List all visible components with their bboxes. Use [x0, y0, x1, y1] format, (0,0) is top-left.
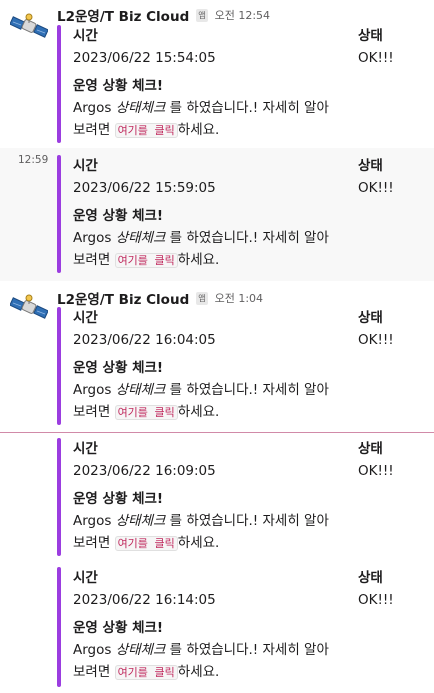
field-title: 상태	[358, 310, 383, 326]
message[interactable]: 시간 2023/06/22 16:09:05 상태 OK!!! 운영 상황 체크…	[0, 432, 434, 563]
field-title: 시간	[73, 28, 98, 44]
message-time[interactable]: 오전 1:04	[215, 290, 263, 306]
field-left: 시간 2023/06/22 16:09:05	[73, 438, 216, 482]
field-value: 2023/06/22 16:09:05	[73, 463, 216, 479]
field-title: 상태	[358, 441, 383, 457]
field-value: OK!!!	[358, 332, 394, 348]
attachment-line: 보려면 여기를 클릭 하세요.	[73, 122, 220, 138]
attachment-text: 운영 상황 체크! Argos 상태체크 를 하였습니다.! 자세히 알아 보려…	[73, 488, 373, 554]
attachment-text: 운영 상황 체크! Argos 상태체크 를 하였습니다.! 자세히 알아 보려…	[73, 617, 373, 683]
field-title: 상태	[358, 28, 383, 44]
attachment-title: 운영 상황 체크!	[73, 491, 164, 507]
field-left: 시간 2023/06/22 16:14:05	[73, 567, 216, 611]
app-badge: 앱	[196, 8, 208, 22]
attachment: 시간 2023/06/22 15:59:05 상태 OK!!! 운영 상황 체크…	[57, 155, 427, 273]
message-header: L2운영/T Biz Cloud 앱 오전 12:54	[57, 4, 270, 26]
field-value: 2023/06/22 16:04:05	[73, 332, 216, 348]
attachment-title: 운영 상황 체크!	[73, 78, 164, 94]
field-left: 시간 2023/06/22 16:04:05	[73, 307, 216, 351]
message[interactable]: L2운영/T Biz Cloud 앱 오전 12:54 시간 2023/06/2…	[0, 0, 434, 148]
attachment-line: 보려면 여기를 클릭 하세요.	[73, 535, 220, 551]
field-title: 상태	[358, 158, 383, 174]
sender-name[interactable]: L2운영/T Biz Cloud	[57, 288, 189, 308]
attachment: 시간 2023/06/22 16:09:05 상태 OK!!! 운영 상황 체크…	[57, 438, 427, 556]
attachment-text: 운영 상황 체크! Argos 상태체크 를 하였습니다.! 자세히 알아 보려…	[73, 205, 373, 271]
message[interactable]: 12:59 시간 2023/06/22 15:59:05 상태 OK!!! 운영…	[0, 148, 434, 281]
field-value: 2023/06/22 15:59:05	[73, 180, 216, 196]
attachment-color-bar	[57, 155, 61, 273]
message[interactable]: 시간 2023/06/22 16:14:05 상태 OK!!! 운영 상황 체크…	[0, 562, 434, 693]
inline-code-link[interactable]: 여기를 클릭	[114, 253, 178, 268]
field-title: 시간	[73, 158, 98, 174]
inline-code-link[interactable]: 여기를 클릭	[114, 665, 178, 680]
inline-code-link[interactable]: 여기를 클릭	[114, 405, 178, 420]
field-value: OK!!!	[358, 50, 394, 66]
field-value: OK!!!	[358, 463, 394, 479]
field-value: 2023/06/22 16:14:05	[73, 592, 216, 608]
field-value: 2023/06/22 15:54:05	[73, 50, 216, 66]
attachment-color-bar	[57, 438, 61, 556]
attachment-color-bar	[57, 567, 61, 687]
attachment-line: 보려면 여기를 클릭 하세요.	[73, 664, 220, 680]
sender-name[interactable]: L2운영/T Biz Cloud	[57, 5, 189, 25]
field-value: OK!!!	[358, 592, 394, 608]
field-title: 시간	[73, 441, 98, 457]
message-time[interactable]: 오전 12:54	[215, 7, 270, 23]
attachment-line: Argos 상태체크 를 하였습니다.! 자세히 알아	[73, 230, 329, 246]
field-right: 상태 OK!!!	[358, 155, 394, 199]
attachment-color-bar	[57, 25, 61, 143]
message-header: L2운영/T Biz Cloud 앱 오전 1:04	[57, 287, 263, 309]
attachment-line: Argos 상태체크 를 하였습니다.! 자세히 알아	[73, 100, 329, 116]
attachment-color-bar	[57, 307, 61, 425]
attachment-title: 운영 상황 체크!	[73, 208, 164, 224]
field-right: 상태 OK!!!	[358, 307, 394, 351]
attachment-text: 운영 상황 체크! Argos 상태체크 를 하였습니다.! 자세히 알아 보려…	[73, 357, 373, 423]
attachment-line: 보려면 여기를 클릭 하세요.	[73, 252, 220, 268]
inline-code-link[interactable]: 여기를 클릭	[114, 123, 178, 138]
attachment: 시간 2023/06/22 16:14:05 상태 OK!!! 운영 상황 체크…	[57, 567, 427, 687]
satellite-icon[interactable]	[9, 289, 49, 327]
inline-code-link[interactable]: 여기를 클릭	[114, 536, 178, 551]
field-right: 상태 OK!!!	[358, 25, 394, 69]
attachment-title: 운영 상황 체크!	[73, 620, 164, 636]
message[interactable]: L2운영/T Biz Cloud 앱 오전 1:04 시간 2023/06/22…	[0, 281, 434, 431]
attachment-line: Argos 상태체크 를 하였습니다.! 자세히 알아	[73, 642, 329, 658]
field-left: 시간 2023/06/22 15:59:05	[73, 155, 216, 199]
attachment-line: 보려면 여기를 클릭 하세요.	[73, 404, 220, 420]
field-title: 상태	[358, 570, 383, 586]
field-title: 시간	[73, 570, 98, 586]
attachment-text: 운영 상황 체크! Argos 상태체크 를 하였습니다.! 자세히 알아 보려…	[73, 75, 373, 141]
attachment-title: 운영 상황 체크!	[73, 360, 164, 376]
message-feed: L2운영/T Biz Cloud 앱 오전 12:54 시간 2023/06/2…	[0, 0, 434, 693]
app-badge: 앱	[196, 291, 208, 305]
attachment: 시간 2023/06/22 15:54:05 상태 OK!!! 운영 상황 체크…	[57, 25, 427, 143]
field-right: 상태 OK!!!	[358, 567, 394, 611]
hover-timestamp[interactable]: 12:59	[18, 154, 48, 166]
attachment-line: Argos 상태체크 를 하였습니다.! 자세히 알아	[73, 382, 329, 398]
field-left: 시간 2023/06/22 15:54:05	[73, 25, 216, 69]
field-right: 상태 OK!!!	[358, 438, 394, 482]
satellite-icon[interactable]	[9, 8, 49, 46]
field-title: 시간	[73, 310, 98, 326]
attachment: 시간 2023/06/22 16:04:05 상태 OK!!! 운영 상황 체크…	[57, 307, 427, 425]
field-value: OK!!!	[358, 180, 394, 196]
attachment-line: Argos 상태체크 를 하였습니다.! 자세히 알아	[73, 513, 329, 529]
